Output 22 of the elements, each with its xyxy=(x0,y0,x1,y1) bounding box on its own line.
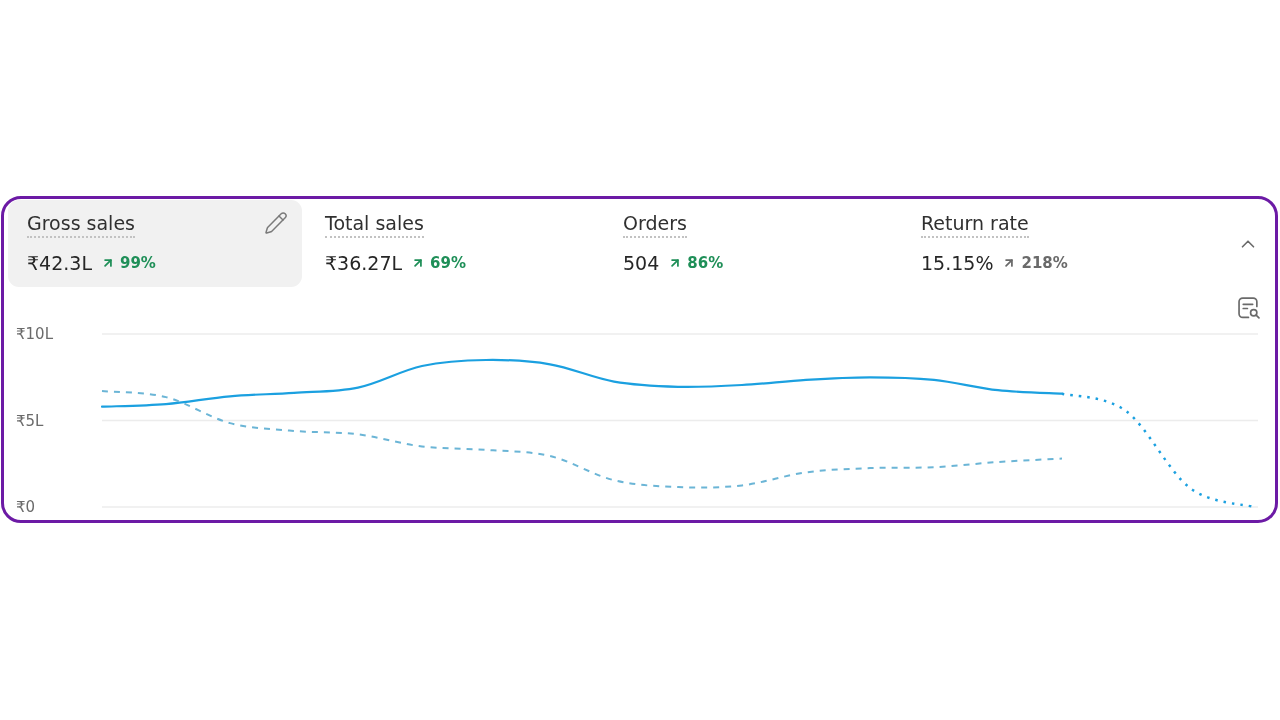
pencil-icon[interactable] xyxy=(264,211,288,235)
metric-title: Gross sales xyxy=(27,211,135,238)
chart-search-icon[interactable] xyxy=(1238,297,1260,319)
metric-title: Orders xyxy=(623,211,687,238)
metric-tab[interactable]: Total sales ₹36.27L 69% xyxy=(306,200,600,287)
change-percent: 99% xyxy=(120,253,156,273)
change-percent: 86% xyxy=(687,253,724,273)
axis-label: ₹0 xyxy=(16,498,36,516)
axis-label: ₹10L xyxy=(16,325,53,343)
metric-title: Total sales xyxy=(325,211,424,238)
change-percent: 218% xyxy=(1021,253,1068,273)
axis-label: ₹5L xyxy=(16,411,44,430)
change-percent: 69% xyxy=(430,253,466,273)
metric-title: Return rate xyxy=(921,211,1029,238)
trend-arrow-icon xyxy=(101,256,115,270)
metric-value: 15.15% xyxy=(921,251,994,275)
metric-tab[interactable]: Gross sales ₹42.3L 99% xyxy=(8,200,302,287)
metric-tab[interactable]: Return rate 15.15% 218% xyxy=(902,200,1196,287)
metric-value: 504 xyxy=(623,251,660,275)
metric-value: ₹42.3L xyxy=(27,251,92,275)
metric-tab[interactable]: Orders 504 86% xyxy=(604,200,898,287)
metric-value: ₹36.27L xyxy=(325,251,403,275)
